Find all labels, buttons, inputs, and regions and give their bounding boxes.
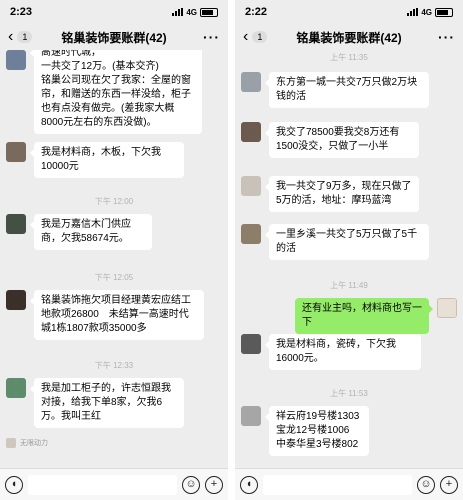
message-item: 东方第一城一共交7万只做2万块钱的活 — [241, 72, 429, 108]
avatar[interactable] — [6, 378, 26, 398]
unread-badge[interactable]: 1 — [252, 31, 268, 43]
message-bubble[interactable]: 祥云府19号楼1303 宝龙12号楼1006 中泰华星3号楼802 — [265, 406, 369, 456]
timestamp: 下午 12:00 — [94, 197, 134, 206]
timestamp: 下午 12:05 — [94, 273, 134, 282]
message-item: 祥云府19号楼1303 宝龙12号楼1006 中泰华星3号楼802 — [241, 406, 369, 456]
chat-title: 铭巢装饰要账群(42) — [296, 30, 402, 45]
message-bubble[interactable]: 铭巢装饰拖欠项目经理黄宏应结工地款项26800 未结算一高速时代城1栋1807款… — [30, 290, 204, 340]
message-bubble[interactable]: 我是材料商，木板，下欠我10000元 — [30, 142, 184, 178]
message-item-own: 还有业主吗，材料商也写一下 — [295, 298, 457, 334]
message-input[interactable] — [28, 474, 177, 495]
more-icon[interactable]: ··· — [203, 29, 220, 45]
message-item: 一里乡溪一共交了5万只做了5千的活 — [241, 224, 429, 260]
status-bar: 2:22 4G — [235, 0, 463, 24]
back-icon[interactable]: ‹ — [8, 29, 13, 45]
message-item: 我交了78500要我交8万还有1500没交，只做了一小半 — [241, 122, 419, 158]
message-bubble[interactable]: 一里乡溪一共交了5万只做了5千的活 — [265, 224, 429, 260]
message-bubble[interactable]: 高速时代城， 一共交了12万。(基本交齐) 铭巢公司现在欠了我家：全屋的窗帘，和… — [30, 50, 202, 134]
nav-bar: ‹ 1 铭巢装饰要账群(42) ··· — [0, 24, 228, 50]
message-bubble[interactable]: 我是万嘉信木门供应商，欠我58674元。 — [30, 214, 152, 250]
message-list[interactable]: 上午 11:35 东方第一城一共交7万只做2万块钱的活 我交了78500要我交8… — [235, 50, 463, 468]
message-item: 我一共交了9万多，现在只做了5万的活，地址：摩玛蓝湾 — [241, 176, 419, 212]
signal-icon — [172, 8, 184, 16]
message-bubble[interactable]: 我是材料商，瓷砖，下欠我16000元。 — [265, 334, 421, 370]
battery-icon — [200, 7, 218, 17]
avatar[interactable] — [241, 72, 261, 92]
message-bubble[interactable]: 我交了78500要我交8万还有1500没交，只做了一小半 — [265, 122, 419, 158]
message-item: 我是材料商，木板，下欠我10000元 — [6, 142, 184, 178]
status-bar: 2:23 4G — [0, 0, 228, 24]
avatar[interactable] — [241, 176, 261, 196]
avatar[interactable] — [437, 298, 457, 318]
emoji-icon[interactable]: ☺ — [182, 475, 200, 494]
message-bubble[interactable]: 还有业主吗，材料商也写一下 — [295, 298, 433, 334]
status-icons: 4G — [407, 7, 453, 17]
network-label: 4G — [186, 7, 197, 17]
status-time: 2:22 — [245, 6, 268, 18]
message-list[interactable]: 高速时代城， 一共交了12万。(基本交齐) 铭巢公司现在欠了我家：全屋的窗帘，和… — [0, 50, 228, 468]
input-bar: ◖ ☺ + — [0, 468, 228, 500]
battery-icon — [435, 7, 453, 17]
back-icon[interactable]: ‹ — [243, 29, 248, 45]
message-bubble[interactable]: 我是加工柜子的，许志恒跟我对接，给我下单8家，欠我6万。我叫王红 — [30, 378, 184, 428]
emoji-icon[interactable]: ☺ — [417, 475, 435, 494]
status-time: 2:23 — [10, 6, 33, 18]
message-bubble[interactable]: 东方第一城一共交7万只做2万块钱的活 — [265, 72, 429, 108]
chat-screen-left: 2:23 4G ‹ 1 铭巢装饰要账群(42) ··· 高速时代城， 一共交了1… — [0, 0, 228, 500]
avatar[interactable] — [6, 438, 16, 448]
avatar[interactable] — [6, 142, 26, 162]
avatar[interactable] — [6, 290, 26, 310]
voice-icon[interactable]: ◖ — [240, 475, 258, 494]
timestamp: 上午 11:35 — [330, 53, 368, 62]
chat-title: 铭巢装饰要账群(42) — [61, 30, 167, 45]
avatar[interactable] — [241, 224, 261, 244]
signal-icon — [407, 8, 419, 16]
message-bubble[interactable]: 我一共交了9万多，现在只做了5万的活，地址：摩玛蓝湾 — [265, 176, 419, 212]
message-item: 我是万嘉信木门供应商，欠我58674元。 — [6, 214, 152, 250]
nav-bar: ‹ 1 铭巢装饰要账群(42) ··· — [235, 24, 463, 50]
network-label: 4G — [421, 7, 432, 17]
chat-screen-right: 2:22 4G ‹ 1 铭巢装饰要账群(42) ··· 上午 11:35 东方第… — [235, 0, 463, 500]
plus-icon[interactable]: + — [440, 475, 458, 494]
avatar[interactable] — [241, 334, 261, 354]
message-input[interactable] — [263, 474, 412, 495]
avatar[interactable] — [241, 122, 261, 142]
avatar[interactable] — [6, 214, 26, 234]
message-item: 我是加工柜子的，许志恒跟我对接，给我下单8家，欠我6万。我叫王红 — [6, 378, 184, 428]
avatar[interactable] — [6, 50, 26, 70]
timestamp: 下午 12:33 — [94, 361, 134, 370]
timestamp: 上午 11:49 — [330, 281, 368, 290]
input-bar: ◖ ☺ + — [235, 468, 463, 500]
voice-icon[interactable]: ◖ — [5, 475, 23, 494]
message-item: 高速时代城， 一共交了12万。(基本交齐) 铭巢公司现在欠了我家：全屋的窗帘，和… — [6, 50, 202, 134]
more-icon[interactable]: ··· — [438, 29, 455, 45]
timestamp: 上午 11:53 — [330, 389, 368, 398]
message-item: 铭巢装饰拖欠项目经理黄宏应结工地款项26800 未结算一高速时代城1栋1807款… — [6, 290, 204, 340]
unread-badge[interactable]: 1 — [17, 31, 33, 43]
plus-icon[interactable]: + — [205, 475, 223, 494]
message-item: 我是材料商，瓷砖，下欠我16000元。 — [241, 334, 421, 370]
status-icons: 4G — [172, 7, 218, 17]
partial-message-name: 无限动力 — [6, 438, 48, 448]
avatar[interactable] — [241, 406, 261, 426]
